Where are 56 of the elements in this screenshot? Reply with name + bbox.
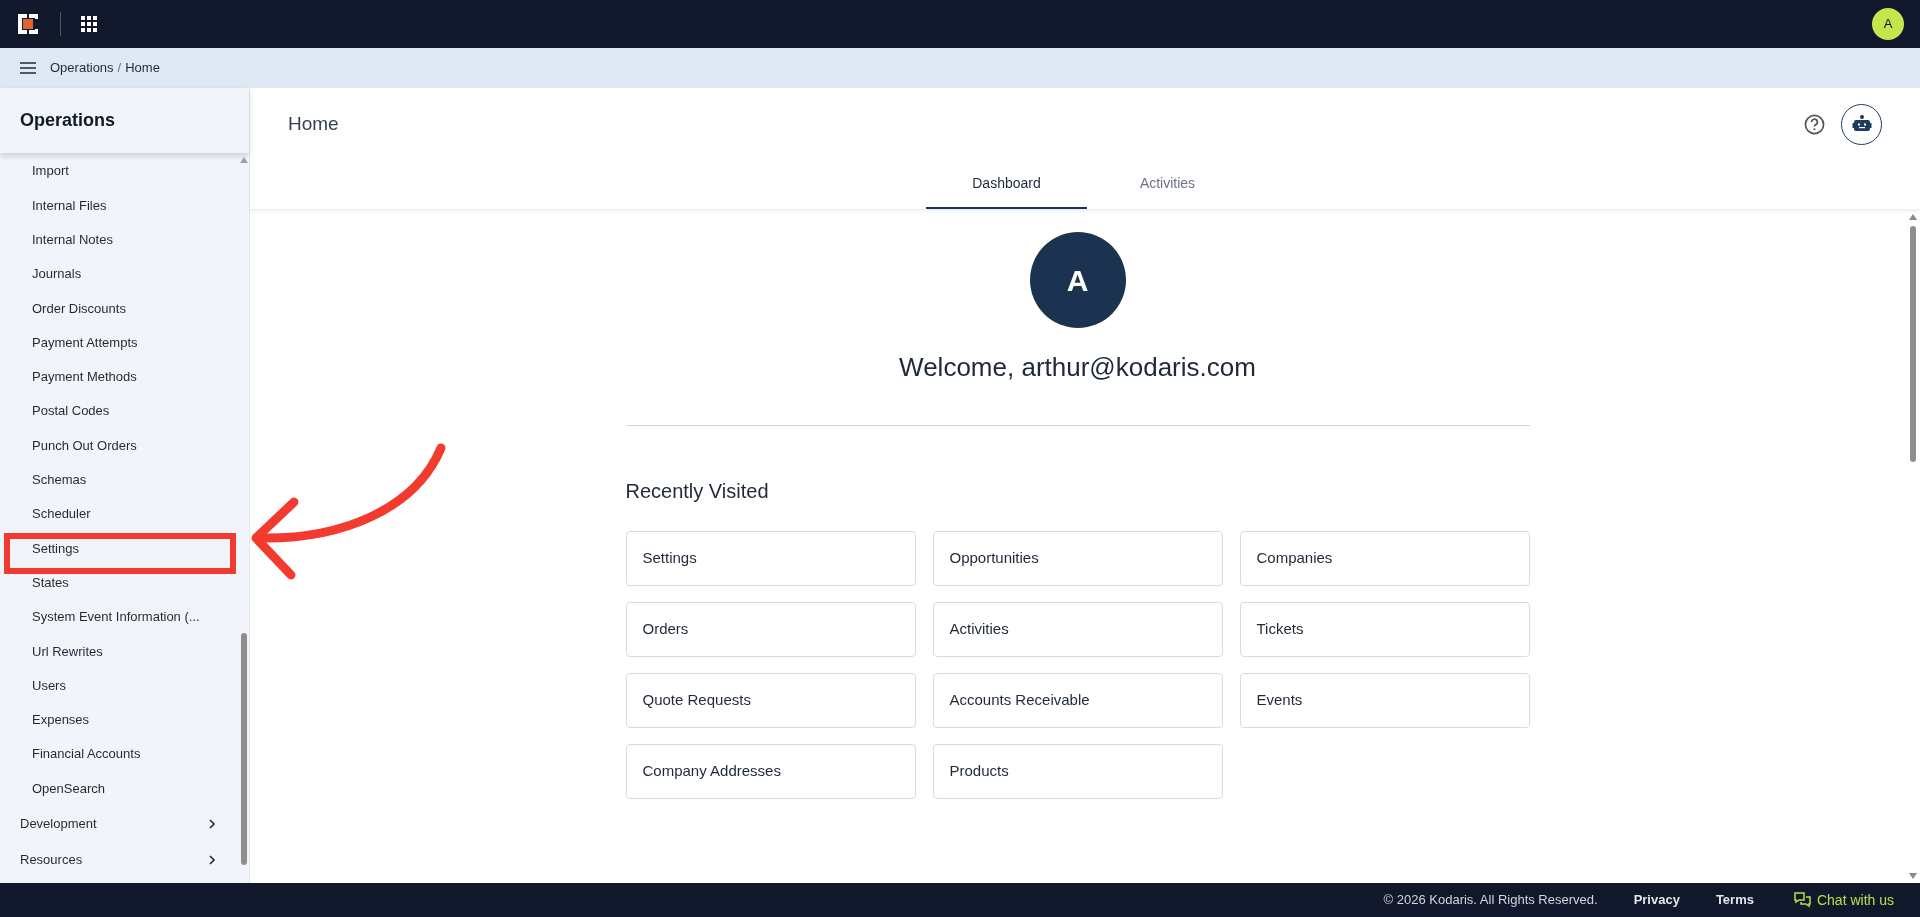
shortcut-card[interactable]: Accounts Receivable: [932, 673, 1223, 728]
section-heading: Recently Visited: [625, 479, 770, 504]
shortcut-card[interactable]: Activities: [932, 602, 1223, 657]
shortcut-card[interactable]: Events: [1239, 673, 1530, 728]
sidebar-item[interactable]: Internal Files: [0, 195, 107, 216]
tab[interactable]: Dashboard: [926, 160, 1087, 209]
chat-link[interactable]: Chat with us: [1793, 889, 1894, 911]
sidebar-item[interactable]: Journals: [0, 264, 82, 284]
breadcrumb-link[interactable]: Home: [125, 58, 160, 78]
shortcut-card[interactable]: Companies: [1239, 531, 1530, 586]
sidebar-item[interactable]: Order Discounts: [0, 298, 126, 319]
page-title: Home: [288, 111, 339, 136]
sidebar-item[interactable]: Payment Methods: [0, 367, 137, 387]
help-icon[interactable]: [1804, 113, 1825, 135]
shortcut-card[interactable]: Quote Requests: [625, 673, 916, 728]
scroll-up-icon[interactable]: [1908, 214, 1917, 220]
shortcut-card[interactable]: Settings: [625, 531, 916, 586]
user-avatar[interactable]: A: [1872, 8, 1904, 40]
sidebar-group[interactable]: Resources: [0, 841, 239, 878]
shortcut-card[interactable]: Opportunities: [932, 531, 1223, 586]
sidebar-item[interactable]: Settings: [0, 538, 79, 559]
menu-icon[interactable]: [20, 62, 36, 74]
assistant-button[interactable]: [1841, 103, 1882, 145]
sidebar-item[interactable]: Postal Codes: [0, 401, 110, 421]
sidebar-item[interactable]: States: [0, 572, 69, 593]
breadcrumb-separator: /: [117, 59, 122, 78]
robot-icon: [1851, 115, 1872, 133]
sidebar-item[interactable]: Financial Accounts: [0, 744, 141, 764]
logo-icon[interactable]: [16, 12, 40, 36]
sidebar-item[interactable]: OpenSearch: [0, 778, 105, 799]
copyright-text: © 2026 Kodaris. All Rights Reserved.: [1383, 891, 1598, 910]
sidebar-item[interactable]: Expenses: [0, 710, 90, 730]
sidebar-item[interactable]: Users: [0, 675, 66, 696]
user-avatar: A: [1029, 232, 1126, 328]
shortcut-card[interactable]: Products: [932, 744, 1223, 799]
sidebar-title: Operations: [20, 109, 116, 132]
welcome-heading: Welcome, arthur@kodaris.com: [899, 351, 1256, 384]
scroll-down-icon[interactable]: [1908, 873, 1917, 879]
sidebar-item[interactable]: Scheduler: [0, 504, 91, 524]
apps-grid-icon[interactable]: [81, 16, 97, 32]
shortcut-card[interactable]: Tickets: [1239, 602, 1530, 657]
shortcut-card[interactable]: Company Addresses: [625, 744, 916, 799]
tab[interactable]: Activities: [1087, 160, 1248, 209]
sidebar-item[interactable]: Payment Attempts: [0, 332, 138, 353]
sidebar-group[interactable]: Development: [0, 805, 239, 842]
sidebar-item[interactable]: Url Rewrites: [0, 641, 103, 662]
shortcut-card[interactable]: Orders: [625, 602, 916, 657]
breadcrumb-link[interactable]: Operations: [50, 58, 114, 78]
sidebar-item[interactable]: System Event Information (...: [0, 607, 200, 627]
footer-link[interactable]: Privacy: [1633, 890, 1680, 910]
footer-link[interactable]: Terms: [1715, 890, 1754, 910]
sidebar-item[interactable]: Schemas: [0, 470, 87, 490]
sidebar-item[interactable]: Import: [0, 161, 69, 181]
sidebar-item[interactable]: Punch Out Orders: [0, 435, 137, 456]
sidebar-item[interactable]: Internal Notes: [0, 230, 113, 250]
chat-icon: [1793, 892, 1811, 908]
